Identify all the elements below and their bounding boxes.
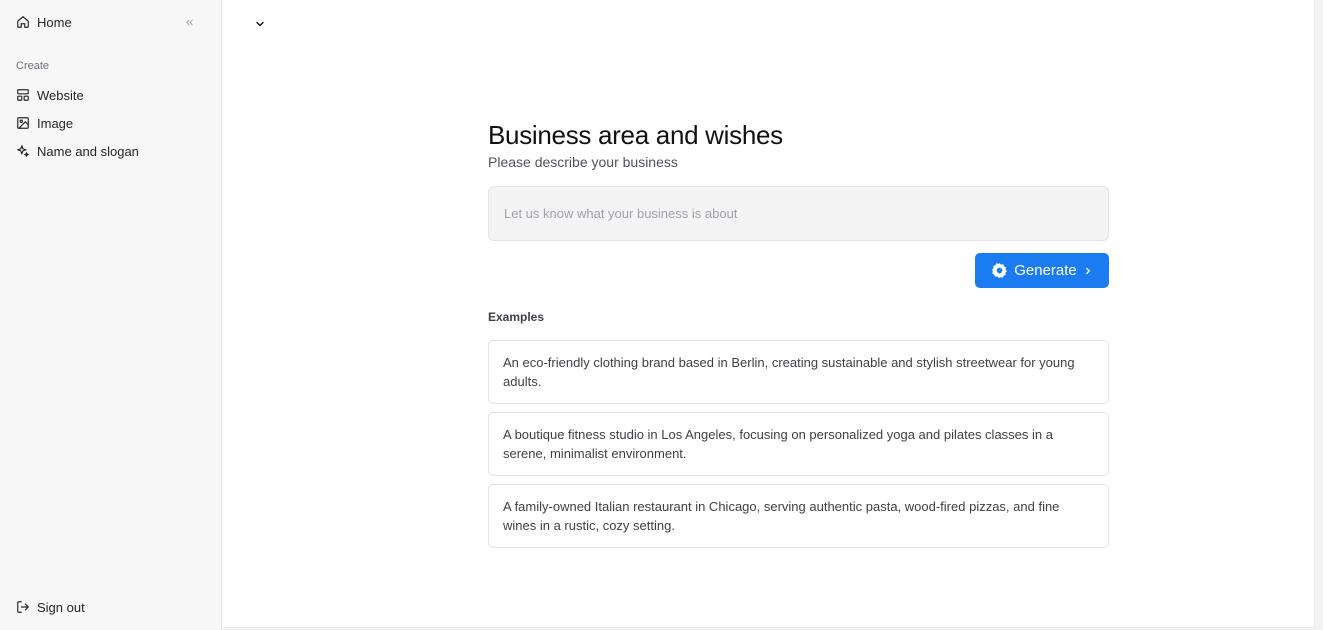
chevron-down-icon — [256, 21, 264, 27]
generate-button-label: Generate — [1014, 262, 1077, 279]
sidebar-item-label: Image — [37, 115, 74, 131]
examples-list: An eco-friendly clothing brand based in … — [488, 340, 1109, 548]
sidebar-item-image[interactable]: Image — [16, 112, 73, 134]
examples-heading: Examples — [488, 310, 545, 324]
button-row: Generate — [488, 253, 1109, 288]
dropdown-toggle[interactable] — [253, 17, 267, 31]
business-form: Business area and wishes Please describe… — [488, 118, 1109, 548]
sign-out-button[interactable]: Sign out — [16, 596, 85, 618]
log-out-icon — [17, 601, 29, 613]
example-card[interactable]: A boutique fitness studio in Los Angeles… — [488, 412, 1109, 476]
sidebar-item-label: Home — [37, 14, 72, 30]
sidebar-item-name-and-slogan[interactable]: Name and slogan — [16, 140, 139, 162]
business-description-field[interactable] — [488, 186, 1109, 241]
gear-icon — [992, 263, 1008, 278]
section-label-create: Create — [16, 60, 50, 72]
image-icon — [17, 117, 29, 129]
sidebar-item-label: Name and slogan — [37, 143, 139, 159]
page-subtitle: Please describe your business — [488, 154, 678, 170]
sidebar: Home Create Website Image Name and sloga… — [0, 0, 222, 630]
business-description-input[interactable] — [504, 206, 1093, 221]
sign-out-label: Sign out — [37, 599, 85, 615]
example-card[interactable]: A family-owned Italian restaurant in Chi… — [488, 484, 1109, 548]
sidebar-item-label: Website — [37, 87, 84, 103]
main-panel: Business area and wishes Please describe… — [223, 0, 1315, 628]
chevrons-left-icon — [185, 19, 193, 25]
sparkle-icon — [17, 145, 29, 157]
layout-icon — [17, 89, 29, 101]
sidebar-item-website[interactable]: Website — [16, 84, 84, 106]
collapse-sidebar-button[interactable] — [181, 14, 197, 30]
chevron-right-icon — [1085, 267, 1090, 274]
page-title: Business area and wishes — [488, 120, 783, 150]
home-icon — [17, 16, 29, 28]
example-card[interactable]: An eco-friendly clothing brand based in … — [488, 340, 1109, 404]
generate-button[interactable]: Generate — [975, 253, 1109, 288]
sidebar-item-home[interactable]: Home — [16, 11, 72, 33]
